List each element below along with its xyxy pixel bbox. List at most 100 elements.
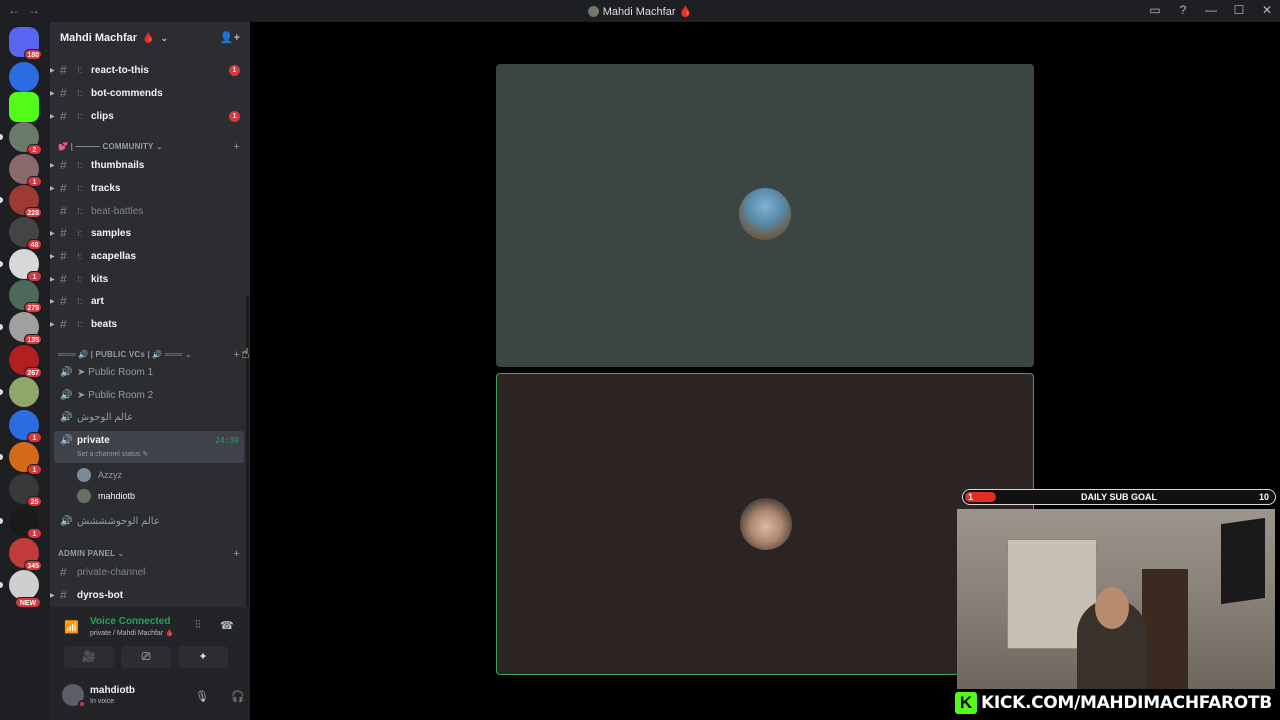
close-button[interactable]: ✕ <box>1260 3 1274 17</box>
server-icon[interactable]: 345 <box>9 538 42 571</box>
add-channel-icon[interactable]: + <box>233 349 240 361</box>
category-community[interactable]: 💕 | ――― COMMUNITY ⌄ + <box>58 141 248 153</box>
inbox-icon[interactable]: ▭ <box>1148 3 1162 17</box>
avatar[interactable] <box>62 684 86 708</box>
server-icon[interactable]: 1 <box>9 154 42 187</box>
thread-icon: ⁝: <box>77 318 83 329</box>
category-admin-panel[interactable]: ADMIN PANEL ⌄ + <box>58 548 248 560</box>
voice-member[interactable]: Azzyz <box>77 466 237 484</box>
server-icon[interactable]: 275 <box>9 280 42 313</box>
expand-arrow-icon[interactable]: ▶ <box>50 276 55 283</box>
camera-button[interactable]: 🎥 <box>64 646 114 668</box>
participant-tile-mahdiotb[interactable] <box>496 373 1034 675</box>
activities-button[interactable]: ✦ <box>178 646 228 668</box>
window-title: Mahdi Machfar 🩸 <box>0 5 1280 18</box>
channel-name: samples <box>91 227 132 239</box>
thread-icon: ⁝: <box>77 159 83 170</box>
voice-channel-name: private <box>77 435 110 446</box>
maximize-button[interactable]: ☐ <box>1232 3 1246 17</box>
channel-status[interactable]: Set a channel status ✎ <box>77 450 148 458</box>
webcam-feed <box>957 509 1275 689</box>
channel-private-channel[interactable]: # private-channel <box>50 562 248 582</box>
voice-channel[interactable]: 🔊 ➤ Public Room 2 <box>50 386 248 406</box>
channel-scrollbar[interactable] <box>246 295 249 607</box>
voice-connected-title[interactable]: Voice Connected <box>90 616 170 627</box>
channel-react-to-this[interactable]: ▶ # ⁝: react-to-this 1 <box>50 60 248 80</box>
status-dot-icon <box>78 700 86 708</box>
minimize-button[interactable]: — <box>1204 3 1218 17</box>
participant-tile-azzyz[interactable] <box>496 64 1034 367</box>
hashtag-icon: # <box>60 86 67 100</box>
server-icon[interactable] <box>9 377 39 407</box>
expand-arrow-icon[interactable]: ▶ <box>50 230 55 237</box>
server-icon[interactable]: 25 <box>9 474 42 507</box>
kick-banner: K KICK.COM/MAHDIMACHFAROTB <box>955 689 1273 717</box>
server-header[interactable]: Mahdi Machfar 🩸 ⌄ 👤+ <box>50 22 250 54</box>
server-icon[interactable]: 228 <box>9 185 42 218</box>
channel-thumbnails[interactable]: ▶ # ⁝: thumbnails <box>50 155 248 175</box>
server-icon[interactable]: 1 <box>9 410 42 443</box>
voice-channel[interactable]: 🔊 عالم الوحوش <box>50 408 248 428</box>
server-icon[interactable]: 1 <box>9 442 42 475</box>
expand-arrow-icon[interactable]: ▶ <box>50 113 55 120</box>
category-public-vcs[interactable]: ═══ 🔊 | PUBLIC VCs | 🔊 ═══ ⌄ + <box>58 349 248 361</box>
voice-channel-private[interactable]: 🔊 private 24:39 Set a channel status ✎ <box>54 431 244 463</box>
voice-channel-name: عالم الوحوشششش <box>77 516 160 527</box>
direct-messages-icon[interactable]: 180 <box>9 27 42 60</box>
expand-arrow-icon[interactable]: ▶ <box>50 298 55 305</box>
expand-arrow-icon[interactable]: ▶ <box>50 321 55 328</box>
channel-name: beats <box>91 318 118 330</box>
screen-share-button[interactable]: ⎚ <box>121 646 171 668</box>
voice-member[interactable]: mahdiotb <box>77 487 237 505</box>
channel-acapellas[interactable]: ▶ # ⁝: acapellas <box>50 246 248 266</box>
channel-art[interactable]: ▶ # ⁝: art <box>50 291 248 311</box>
thread-icon: ⁝: <box>77 205 83 216</box>
hashtag-icon: # <box>60 158 67 172</box>
user-name[interactable]: mahdiotb <box>90 685 135 696</box>
noise-suppression-icon[interactable]: ⫶⫶ <box>195 619 201 632</box>
add-channel-icon[interactable]: + <box>233 548 240 560</box>
hashtag-icon: # <box>60 294 67 308</box>
channel-tracks[interactable]: ▶ # ⁝: tracks <box>50 178 248 198</box>
server-icon[interactable]: 1 <box>9 506 42 539</box>
server-icon[interactable]: 2 <box>9 122 42 155</box>
channel-dyros-bot[interactable]: ▶ # dyros-bot <box>50 585 248 605</box>
server-icon[interactable]: 135 <box>9 312 42 345</box>
channel-samples[interactable]: ▶ # ⁝: samples <box>50 223 248 243</box>
expand-arrow-icon[interactable]: ▶ <box>50 253 55 260</box>
channel-beat-battles[interactable]: # ⁝: beat-battles <box>50 201 248 221</box>
voice-connected-subtitle[interactable]: private / Mahdi Machfar 🩸 <box>90 629 174 637</box>
channel-clips[interactable]: ▶ # ⁝: clips 1 <box>50 106 248 126</box>
unread-badge: 1 <box>229 64 240 76</box>
expand-arrow-icon[interactable]: ▶ <box>50 162 55 169</box>
server-icon[interactable]: 48 <box>9 217 42 250</box>
headphones-icon[interactable]: 🎧 <box>231 690 245 703</box>
server-icon[interactable]: 267 <box>9 345 42 378</box>
mention-badge: 1 <box>27 528 42 539</box>
help-icon[interactable]: ? <box>1176 3 1190 17</box>
expand-arrow-icon[interactable]: ▶ <box>50 90 55 97</box>
voice-channel[interactable]: 🔊 عالم الوحوشششش <box>50 512 248 532</box>
server-icon[interactable]: NEW <box>9 570 41 608</box>
server-icon[interactable] <box>9 92 39 122</box>
server-icon[interactable]: 1 <box>9 249 42 282</box>
expand-arrow-icon[interactable]: ▶ <box>50 592 55 599</box>
expand-arrow-icon[interactable]: ▶ <box>50 67 55 74</box>
unread-pill <box>0 454 3 460</box>
thread-icon: ⁝: <box>77 250 83 261</box>
window-titlebar: ← → Mahdi Machfar 🩸 ▭ ? — ☐ ✕ <box>0 0 1280 22</box>
server-icon[interactable] <box>9 62 39 92</box>
invite-icon[interactable]: 👤+ <box>220 31 240 44</box>
voice-channel[interactable]: 🔊 ➤ Public Room 1 <box>50 363 248 383</box>
thread-icon: ⁝: <box>77 182 83 193</box>
channel-beats[interactable]: ▶ # ⁝: beats <box>50 314 248 334</box>
user-area: mahdiotb In voice 🎙 🎧 <box>50 677 250 717</box>
channel-bot-commends[interactable]: ▶ # ⁝: bot-commends <box>50 83 248 103</box>
add-channel-icon[interactable]: + <box>233 141 240 153</box>
hashtag-icon: # <box>60 249 67 263</box>
microphone-icon[interactable]: 🎙 <box>195 690 209 703</box>
disconnect-icon[interactable]: ☎ <box>220 619 234 632</box>
mention-badge: 2 <box>27 144 42 155</box>
expand-arrow-icon[interactable]: ▶ <box>50 185 55 192</box>
channel-kits[interactable]: ▶ # ⁝: kits <box>50 269 248 289</box>
